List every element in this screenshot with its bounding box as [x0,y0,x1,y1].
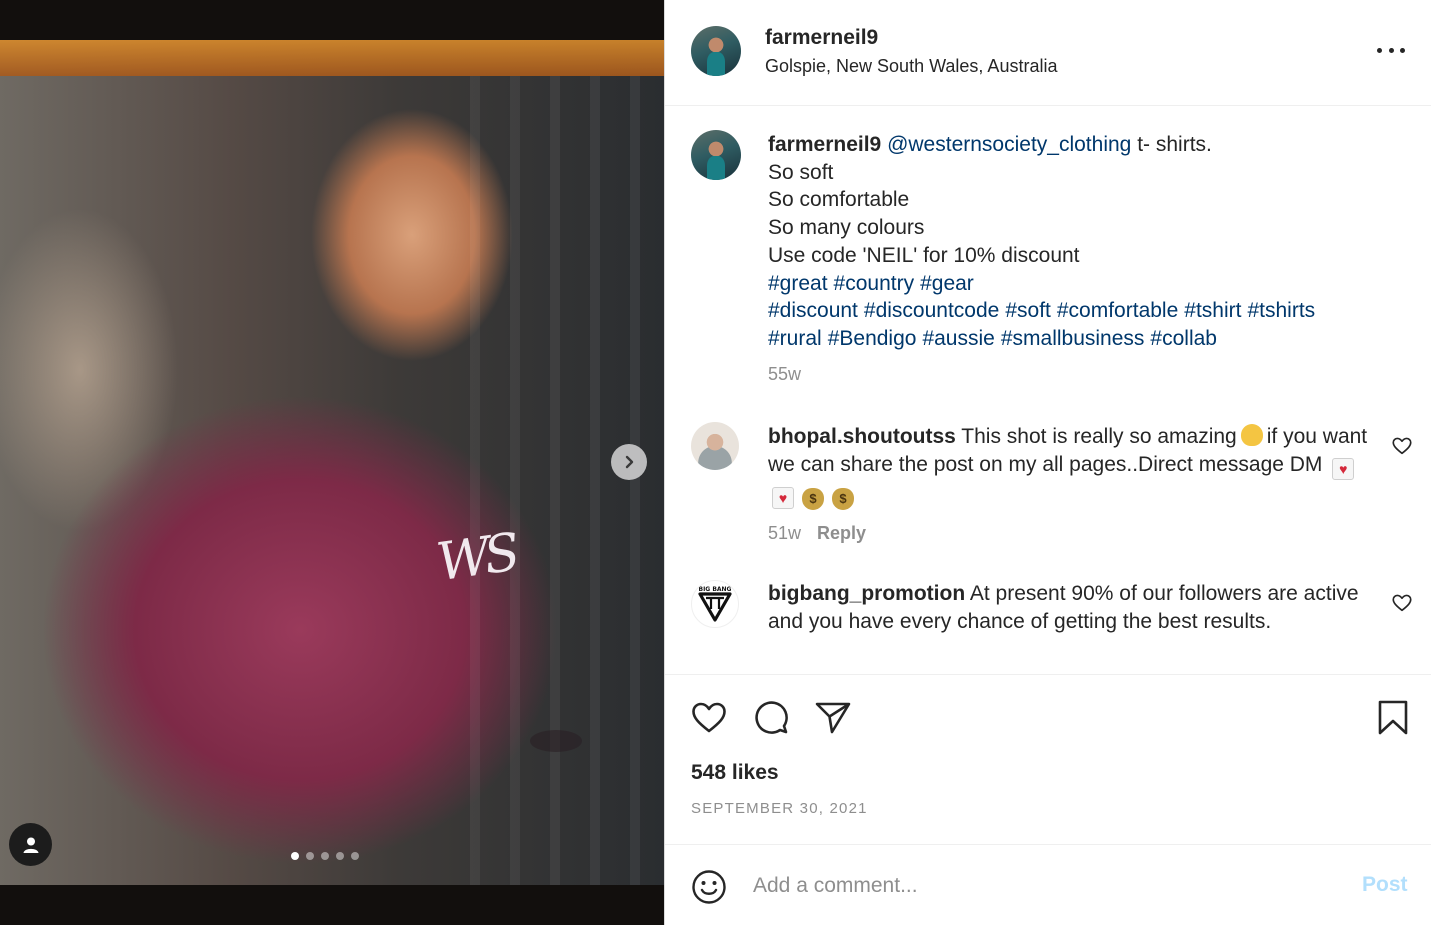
comment-item: bigbang_promotion At present 90% of our … [768,580,1378,635]
love-letter-emoji-icon [772,486,794,509]
heart-icon[interactable] [689,697,729,737]
carousel-dot [336,852,344,860]
post-side-panel: farmerneil9 Golspie, New South Wales, Au… [664,0,1431,925]
share-icon[interactable] [813,697,853,737]
comment-like-heart-icon[interactable] [1391,435,1413,457]
comment-username[interactable]: bhopal.shoutoutss [768,425,956,448]
more-dot [1388,47,1394,53]
comment-like-heart-icon[interactable] [1391,592,1413,614]
carousel-dot-active [291,852,299,860]
post-media-pane: WS [0,0,664,925]
hashtag-link[interactable]: #tshirts [1247,299,1315,322]
hashtag-link[interactable]: #tshirt [1184,299,1241,322]
post-header: farmerneil9 Golspie, New South Wales, Au… [665,0,1431,106]
post-actions: 548 likes SEPTEMBER 30, 2021 [665,675,1431,845]
post-comment-button[interactable]: Post [1362,873,1408,897]
caption-line: So soft [768,160,834,184]
post-photo[interactable]: WS [0,40,664,885]
post-date[interactable]: SEPTEMBER 30, 2021 [691,800,868,817]
caption-mention[interactable]: @westernsociety_clothing [887,133,1131,156]
caption-first-line: farmerneil9 @westernsociety_clothing t- … [768,131,1388,159]
photo-wall-rib [470,76,480,885]
carousel-dot [321,852,329,860]
hashtag-line: #rural #Bendigo #aussie #smallbusiness #coll… [768,325,1388,353]
hashtag-link[interactable]: #gear [920,272,974,295]
hashtag-link[interactable]: #smallbusiness [1001,327,1145,350]
smiley-icon[interactable] [691,869,727,905]
caption-first-line-text: t- shirts. [1137,133,1212,156]
likes-count[interactable]: 548 likes [691,761,779,785]
photo-tattoo [530,730,582,752]
hashtag-line: #discount #discountcode #soft #comfortable #… [768,297,1388,325]
carousel-dot [351,852,359,860]
carousel-next-button[interactable] [611,444,647,480]
hashtag-link[interactable]: #discount [768,299,858,322]
hashtag-link[interactable]: #soft [1005,299,1051,322]
carousel-indicator [291,852,359,860]
hashtag-line: #great #country #gear [768,270,1388,298]
svg-text:BIG BANG: BIG BANG [699,586,732,593]
tagged-users-button[interactable] [9,823,52,866]
caption-age[interactable]: 55w [768,361,1388,389]
comment-text-part: This shot is really so amazing [961,425,1237,448]
hashtag-link[interactable]: #discountcode [864,299,999,322]
comment-meta: 51w Reply [768,520,1378,548]
more-dot [1400,47,1405,53]
comment-item: bhopal.shoutoutss This shot is really so… [768,423,1378,547]
photo-wall-rib [550,76,560,885]
hashtag-link[interactable]: #country [834,272,915,295]
photo-roof-beam [0,40,664,76]
carousel-dot [306,852,314,860]
add-comment-input[interactable] [753,868,1333,904]
comment-username[interactable]: bigbang_promotion [768,582,965,605]
user-icon [23,837,38,853]
comment-reply-button[interactable]: Reply [817,523,866,543]
caption-line: Use code 'NEIL' for 10% discount [768,243,1080,267]
hashtag-link[interactable]: #collab [1150,327,1217,350]
hashtag-link[interactable]: #rural [768,327,822,350]
photo-wall-rib [630,76,640,885]
comment-icon[interactable] [751,697,791,737]
photo-wall-rib [510,76,520,885]
commenter-avatar[interactable]: BIG BANG [691,580,739,628]
author-avatar[interactable] [691,26,741,76]
bookmark-icon[interactable] [1373,697,1413,737]
money-bag-emoji-icon: $ [832,487,854,510]
hashtag-link[interactable]: #Bendigo [828,327,917,350]
tshirt-logo-text: WS [433,522,518,594]
post-location[interactable]: Golspie, New South Wales, Australia [765,56,1057,77]
comment-age[interactable]: 51w [768,523,801,543]
author-username[interactable]: farmerneil9 [765,26,878,50]
hashtag-link[interactable]: #great [768,272,828,295]
post-caption: farmerneil9 @westernsociety_clothing t- … [768,131,1388,388]
caption-author-avatar[interactable] [691,130,741,180]
commenter-avatar[interactable] [691,422,739,470]
comments-scroll-area[interactable]: farmerneil9 @westernsociety_clothing t- … [665,106,1431,675]
caption-line: So many colours [768,216,925,240]
photo-wall-rib [590,76,600,885]
chevron-right-icon [625,455,634,469]
hashtag-link[interactable]: #aussie [922,327,994,350]
bigbang-logo-icon: BIG BANG [698,586,732,622]
more-options-button[interactable] [1377,40,1405,60]
caption-username[interactable]: farmerneil9 [768,133,881,156]
more-horizontal-icon [1377,47,1382,53]
ok-hand-emoji-icon [1240,424,1263,446]
money-bag-emoji-icon: $ [802,487,824,510]
hashtag-link[interactable]: #comfortable [1057,299,1178,322]
caption-line: So comfortable [768,188,910,212]
add-comment-bar: Post [665,846,1431,925]
love-letter-emoji-icon [1332,457,1355,480]
